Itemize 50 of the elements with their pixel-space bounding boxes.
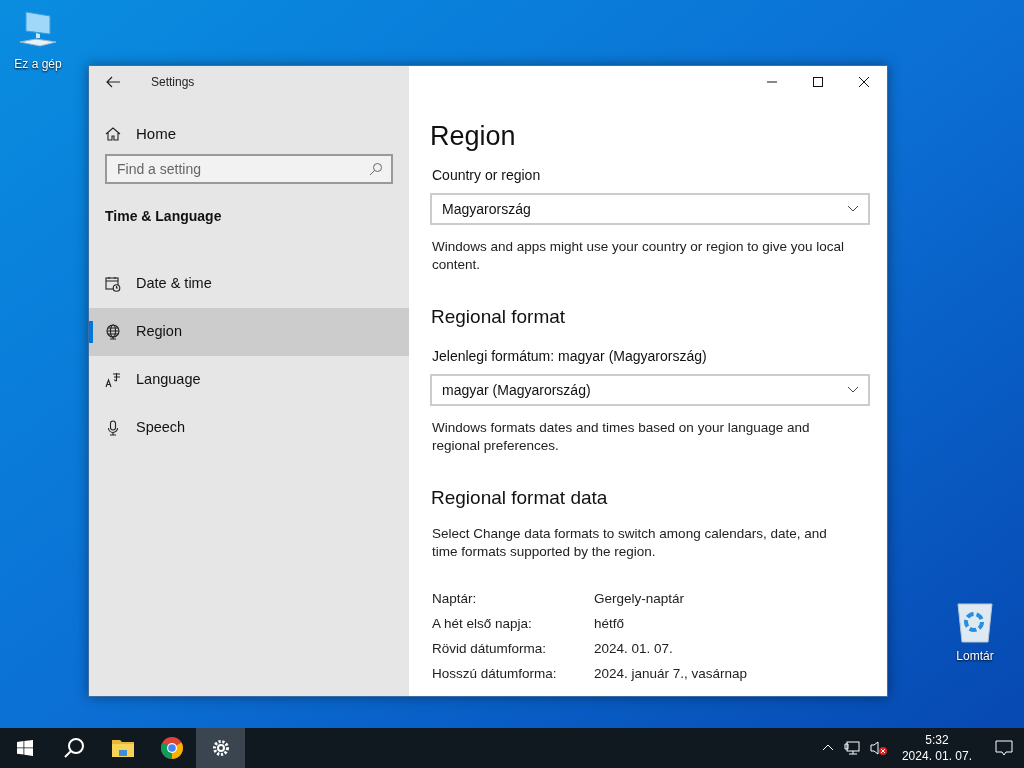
- nav-item[interactable]: Date & time: [89, 260, 409, 308]
- description-text: Select Change data formats to switch among calendars, date, and time formats supported by the region.: [432, 525, 828, 561]
- chevron-down-icon: [848, 206, 858, 212]
- settings-icon: [210, 738, 231, 758]
- home-item[interactable]: Home: [89, 122, 409, 146]
- format-label: Naptár:: [432, 590, 478, 609]
- format-value: 2024. 01. 07.: [594, 640, 673, 659]
- chevron-down-icon: [848, 387, 858, 393]
- browser-logo-icon: [159, 736, 184, 760]
- taskbar-button[interactable]: [196, 728, 245, 768]
- clock[interactable]: 5:32 2024. 01. 07.: [897, 732, 976, 764]
- desktop-icon-label[interactable]: Lomtár: [956, 648, 994, 664]
- format-label: A hét első napja:: [432, 615, 533, 634]
- calendar-clock-icon: [105, 276, 121, 292]
- muted-speaker-icon[interactable]: [869, 740, 888, 756]
- maximize-icon: [813, 77, 823, 87]
- recycle-bin-icon: [955, 600, 995, 644]
- nav-item[interactable]: Speech: [89, 404, 409, 452]
- close-icon: [859, 77, 869, 87]
- format-value: 2024. január 7., vasárnap: [594, 665, 748, 684]
- dropdown[interactable]: Magyarország: [430, 193, 870, 225]
- clock-date: 2024. 01. 07.: [901, 748, 972, 764]
- home-icon: [105, 126, 121, 142]
- section-heading: Regional format data: [431, 486, 609, 510]
- desktop-icon-label[interactable]: Ez a gép: [14, 56, 62, 72]
- notification-icon[interactable]: [994, 738, 1014, 758]
- search-icon: [369, 162, 383, 176]
- nav-item[interactable]: Language: [89, 356, 409, 404]
- window-title: Settings: [151, 74, 195, 90]
- network-icon[interactable]: [843, 740, 860, 756]
- field-label: Jelenlegi formátum: magyar (Magyarország): [432, 347, 708, 366]
- nav-item[interactable]: Region: [89, 308, 409, 356]
- page-title: Region: [430, 120, 517, 153]
- format-label: Hosszú dátumforma:: [432, 665, 558, 684]
- back-arrow-icon[interactable]: [105, 74, 121, 90]
- section-heading: Time & Language: [105, 207, 223, 226]
- section-heading: Regional format: [431, 305, 567, 329]
- description-text: Windows and apps might use your country or region to give you local content.: [432, 238, 845, 274]
- field-label: Country or region: [432, 166, 542, 185]
- format-value: Gergely-naptár: [594, 590, 685, 609]
- format-label: Rövid dátumforma:: [432, 640, 548, 659]
- microphone-icon: [105, 420, 121, 436]
- search-field[interactable]: Find a setting: [105, 154, 393, 184]
- windows-logo-icon: [16, 740, 33, 756]
- clock-time: 5:32: [925, 732, 949, 748]
- description-text: Windows formats dates and times based on your language and regional preferences.: [432, 419, 811, 455]
- format-value: hétfő: [594, 615, 625, 634]
- dropdown[interactable]: magyar (Magyarország): [430, 374, 870, 406]
- language-icon: [105, 372, 121, 388]
- globe-icon: [105, 324, 121, 340]
